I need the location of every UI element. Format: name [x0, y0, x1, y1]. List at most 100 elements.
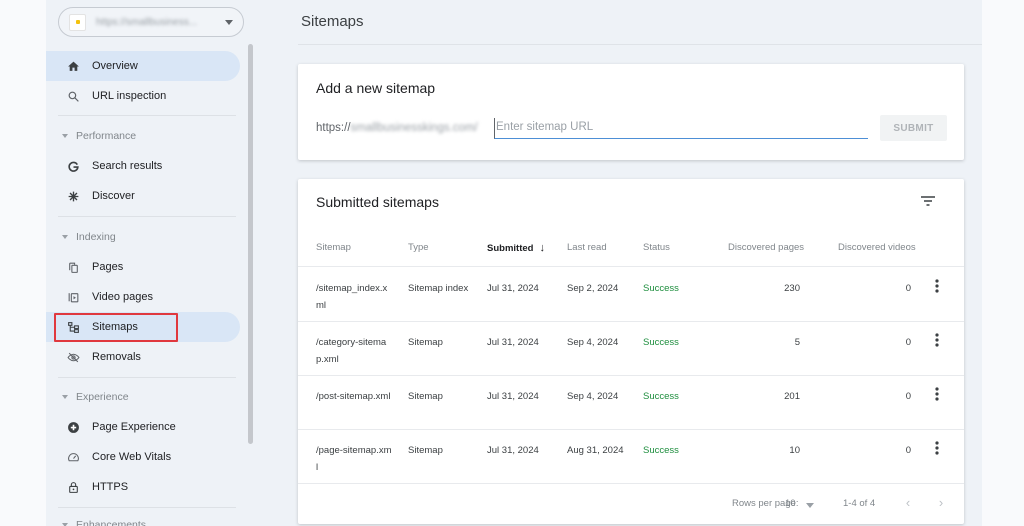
sidebar-item-removals[interactable]: Removals [46, 342, 240, 372]
removals-icon [66, 350, 80, 364]
cell-status: Success [643, 445, 679, 456]
sidebar-item-label: URL inspection [92, 90, 167, 102]
sidebar-item-https[interactable]: HTTPS [46, 472, 240, 502]
next-page-button[interactable]: › [934, 496, 948, 510]
section-performance[interactable]: Performance [62, 130, 136, 142]
section-label: Experience [76, 391, 129, 403]
sidebar-item-core-web-vitals[interactable]: Core Web Vitals [46, 442, 240, 472]
sidebar-item-page-experience[interactable]: Page Experience [46, 412, 240, 442]
sidebar-item-label: Discover [92, 190, 135, 202]
google-g-icon [66, 159, 80, 173]
sidebar-item-label: Overview [92, 60, 138, 72]
pagination-range: 1-4 of 4 [843, 498, 876, 509]
cell-status: Success [643, 337, 679, 348]
table-row[interactable]: /category-sitemap.xml Sitemap Jul 31, 2024… [298, 322, 964, 376]
sidebar-item-label: Page Experience [92, 421, 176, 433]
section-experience[interactable]: Experience [62, 391, 129, 403]
collapse-caret-icon [62, 134, 68, 138]
cell-sitemap[interactable]: /category-sitemap.xml [316, 334, 392, 368]
cell-sitemap[interactable]: /sitemap_index.xml [316, 280, 392, 314]
sidebar-item-video-pages[interactable]: Video pages [46, 282, 240, 312]
cell-submitted: Jul 31, 2024 [487, 391, 539, 402]
property-url: https://smallbusiness... [96, 16, 198, 28]
sidebar: https://smallbusiness... Overview URL in… [46, 0, 256, 526]
cell-type: Sitemap [408, 391, 443, 402]
column-header-last-read[interactable]: Last read [567, 242, 607, 253]
cell-last-read: Sep 4, 2024 [567, 337, 619, 348]
pages-icon [66, 260, 80, 274]
sitemaps-highlight-annotation [54, 313, 178, 342]
cell-discovered-videos: 0 [905, 445, 911, 456]
sidebar-item-overview[interactable]: Overview [46, 51, 240, 81]
rows-per-page-select[interactable]: 10 [785, 498, 796, 509]
column-header-status[interactable]: Status [643, 242, 670, 253]
column-header-type[interactable]: Type [408, 242, 429, 253]
video-pages-icon [66, 290, 80, 304]
section-indexing[interactable]: Indexing [62, 231, 116, 243]
url-scheme: https:// [316, 122, 351, 134]
filter-icon[interactable] [920, 194, 936, 208]
submit-button[interactable]: SUBMIT [880, 115, 947, 141]
cell-discovered-videos: 0 [905, 337, 911, 348]
cell-last-read: Aug 31, 2024 [567, 445, 624, 456]
more-vert-icon[interactable] [932, 386, 942, 402]
sidebar-item-discover[interactable]: Discover [46, 181, 240, 211]
column-header-discovered-videos[interactable]: Discovered videos [838, 242, 916, 253]
home-icon [66, 59, 80, 73]
more-vert-icon[interactable] [932, 278, 942, 294]
chevron-down-icon [225, 19, 233, 25]
property-selector[interactable]: https://smallbusiness... [58, 7, 244, 37]
chevron-down-icon[interactable] [806, 503, 814, 508]
gauge-icon [66, 450, 80, 464]
sidebar-item-label: Core Web Vitals [92, 451, 172, 463]
column-header-submitted[interactable]: Submitted ↓ [487, 242, 545, 254]
table-row[interactable]: /sitemap_index.xml Sitemap index Jul 31, 2… [298, 268, 964, 322]
page-experience-icon [66, 420, 80, 434]
cell-type: Sitemap index [408, 283, 469, 294]
cell-type: Sitemap [408, 337, 443, 348]
cell-submitted: Jul 31, 2024 [487, 337, 539, 348]
table-row[interactable]: /page-sitemap.xml Sitemap Jul 31, 2024 Aug … [298, 430, 964, 484]
title-divider [298, 44, 982, 45]
cell-status: Success [643, 391, 679, 402]
page-title: Sitemaps [301, 13, 364, 30]
sidebar-item-label: Video pages [92, 291, 153, 303]
sidebar-item-pages[interactable]: Pages [46, 252, 240, 282]
column-header-discovered-pages[interactable]: Discovered pages [728, 242, 804, 253]
cell-sitemap[interactable]: /post-sitemap.xml [316, 388, 392, 405]
sitemap-url-prefix: https://smallbusinesskings.com/ [316, 122, 478, 134]
sidebar-divider [58, 216, 236, 217]
search-icon [66, 89, 80, 103]
cell-submitted: Jul 31, 2024 [487, 283, 539, 294]
sitemap-url-input[interactable] [494, 118, 868, 139]
sidebar-scrollbar[interactable] [248, 44, 253, 444]
url-domain: smallbusinesskings.com/ [350, 122, 478, 134]
sidebar-item-label: Removals [92, 351, 141, 363]
sidebar-item-url-inspection[interactable]: URL inspection [46, 81, 240, 111]
sidebar-item-search-results[interactable]: Search results [46, 151, 240, 181]
section-enhancements[interactable]: Enhancements [62, 519, 146, 526]
cell-discovered-pages: 5 [794, 337, 800, 348]
table-pagination: Rows per page: 10 1-4 of 4 ‹ › [298, 486, 964, 524]
prev-page-button[interactable]: ‹ [901, 496, 915, 510]
table-row[interactable]: /post-sitemap.xml Sitemap Jul 31, 2024 Sep … [298, 376, 964, 430]
cell-discovered-pages: 201 [784, 391, 800, 402]
sidebar-divider [58, 115, 236, 116]
more-vert-icon[interactable] [932, 440, 942, 456]
more-vert-icon[interactable] [932, 332, 942, 348]
sidebar-item-label: HTTPS [92, 481, 129, 493]
left-margin [0, 0, 46, 526]
arrow-down-icon: ↓ [539, 242, 545, 254]
sidebar-divider [58, 507, 236, 508]
cell-discovered-videos: 0 [905, 283, 911, 294]
section-label: Performance [76, 130, 137, 142]
cell-type: Sitemap [408, 445, 443, 456]
cell-sitemap[interactable]: /page-sitemap.xml [316, 442, 392, 476]
add-sitemap-title: Add a new sitemap [316, 80, 436, 96]
section-label: Indexing [76, 231, 116, 243]
cell-status: Success [643, 283, 679, 294]
column-header-sitemap[interactable]: Sitemap [316, 242, 351, 253]
submitted-sitemaps-card: Submitted sitemaps Sitemap Type Submitte… [298, 179, 964, 524]
cell-discovered-videos: 0 [905, 391, 911, 402]
collapse-caret-icon [62, 395, 68, 399]
